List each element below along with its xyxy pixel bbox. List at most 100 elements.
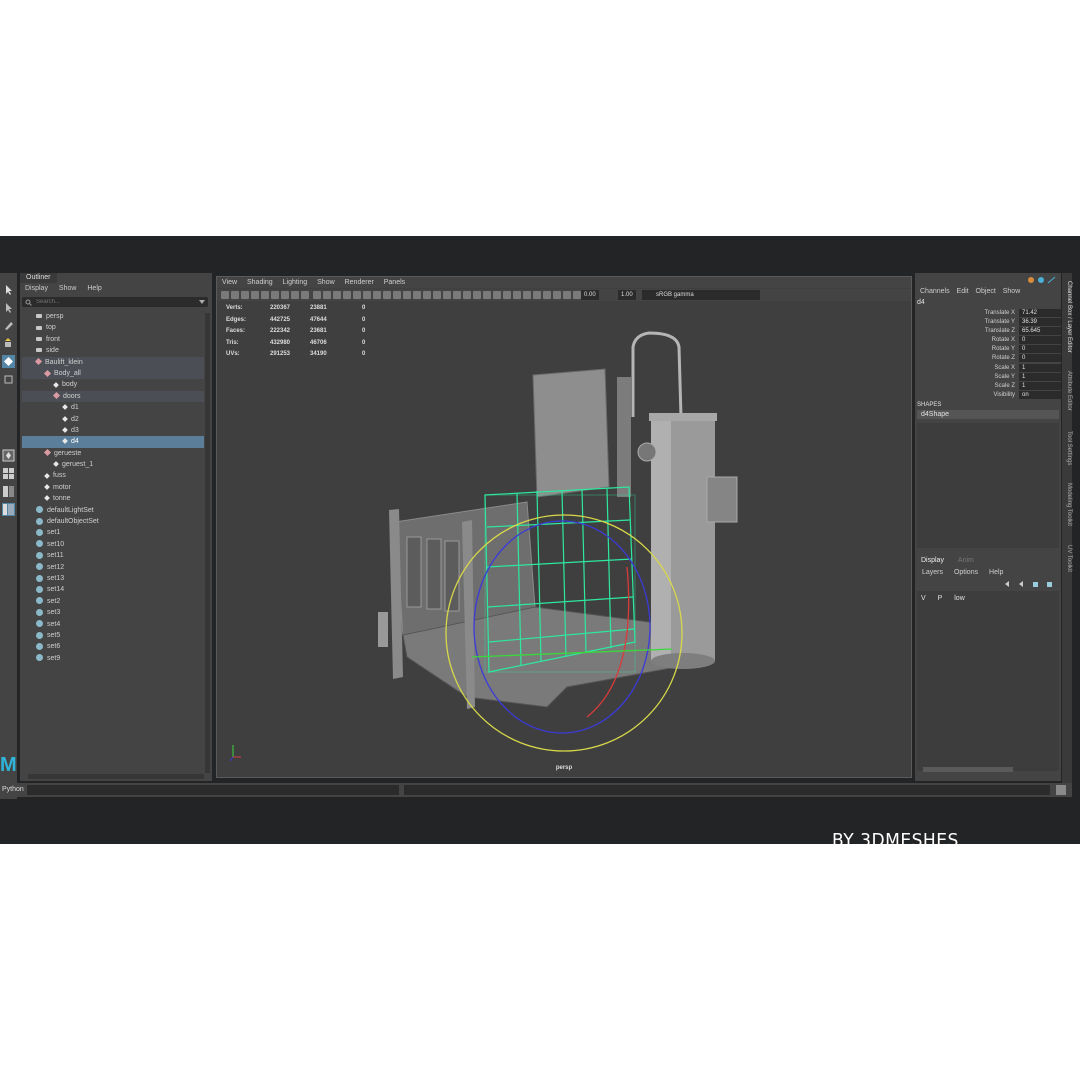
outliner-item[interactable]: top: [22, 322, 204, 333]
tab-uv-toolkit[interactable]: UV Toolkit: [1062, 545, 1072, 572]
tab-attribute-editor[interactable]: Attribute Editor: [1062, 371, 1072, 411]
attribute-row[interactable]: Scale Y 1: [915, 372, 1061, 382]
outliner-item[interactable]: set11: [22, 550, 204, 561]
rotate-tool-icon[interactable]: [2, 355, 15, 368]
attribute-value[interactable]: 0: [1019, 345, 1061, 354]
lasso-tool-icon[interactable]: [2, 301, 15, 314]
outliner-item[interactable]: fuss: [22, 470, 204, 481]
attribute-row[interactable]: Rotate X 0: [915, 336, 1061, 345]
tab-display[interactable]: Display: [921, 557, 944, 564]
layout-outliner-icon[interactable]: [2, 503, 15, 516]
tab-anim[interactable]: Anim: [958, 557, 974, 564]
attribute-value[interactable]: 0: [1019, 336, 1061, 345]
attribute-row[interactable]: Scale X 1: [915, 363, 1061, 373]
outliner-item[interactable]: persp: [22, 311, 204, 322]
layer-playback-toggle[interactable]: P: [938, 595, 943, 602]
outliner-item[interactable]: set6: [22, 641, 204, 652]
tab-channel-box[interactable]: Channel Box / Layer Editor: [1062, 281, 1072, 353]
outliner-item[interactable]: d1: [22, 402, 204, 413]
channels-menu-object[interactable]: Object: [976, 288, 996, 295]
tab-modeling-toolkit[interactable]: Modeling Toolkit: [1062, 483, 1072, 526]
move-tool-icon[interactable]: [2, 337, 15, 350]
outliner-item[interactable]: Baulift_klein: [22, 356, 204, 368]
attribute-row[interactable]: Translate Z 65.645: [915, 327, 1061, 336]
command-input[interactable]: [27, 785, 399, 795]
outliner-item[interactable]: set4: [22, 619, 204, 630]
outliner-tab[interactable]: Outliner: [20, 273, 57, 283]
script-language-label[interactable]: Python: [2, 785, 24, 795]
layout-two-icon[interactable]: [2, 485, 15, 498]
layout-quad-icon[interactable]: [2, 467, 15, 480]
attribute-value[interactable]: 1: [1019, 372, 1061, 381]
select-tool-icon[interactable]: [2, 283, 15, 296]
outliner-menu-display[interactable]: Display: [25, 285, 48, 292]
outliner-item[interactable]: tonne: [22, 493, 204, 504]
layer-row[interactable]: V P low: [921, 594, 975, 603]
channels-horizontal-scrollbar[interactable]: [923, 767, 1013, 772]
outliner-item[interactable]: set9: [22, 653, 204, 664]
outliner-item[interactable]: set12: [22, 562, 204, 573]
outliner-item[interactable]: doors: [22, 390, 204, 403]
outliner-item[interactable]: set1: [22, 527, 204, 538]
attribute-row[interactable]: Translate Y 36.39: [915, 318, 1061, 327]
outliner-item[interactable]: Body_all: [22, 367, 204, 380]
hud-v1: 442725: [270, 316, 291, 323]
channels-menu-show[interactable]: Show: [1003, 288, 1021, 295]
outliner-menu-help[interactable]: Help: [87, 285, 101, 292]
layer-visibility-toggle[interactable]: V: [921, 595, 926, 602]
outliner-horizontal-scrollbar[interactable]: [28, 774, 204, 779]
outliner-item[interactable]: motor: [22, 482, 204, 493]
shape-item[interactable]: d4Shape: [917, 410, 1059, 419]
outliner-item-label: set13: [47, 574, 65, 582]
hud-v3: 0: [362, 328, 366, 334]
attribute-value[interactable]: 36.39: [1019, 318, 1061, 327]
outliner-item[interactable]: d3: [22, 425, 204, 436]
attribute-value[interactable]: 0: [1019, 354, 1061, 363]
attribute-value[interactable]: 71.42: [1019, 309, 1061, 317]
script-editor-icon[interactable]: [1056, 785, 1066, 795]
attribute-value[interactable]: on: [1019, 390, 1061, 399]
outliner-item[interactable]: geruest_1: [22, 459, 204, 470]
layers-menu-layers[interactable]: Layers: [922, 569, 943, 576]
outliner-item[interactable]: set3: [22, 607, 204, 618]
attribute-value[interactable]: 1: [1019, 363, 1061, 372]
hud-v2: 46706: [310, 339, 327, 346]
layer-action-icons[interactable]: [1003, 580, 1057, 588]
scale-tool-icon[interactable]: [2, 373, 15, 386]
layers-menu-options[interactable]: Options: [954, 569, 978, 576]
outliner-item[interactable]: side: [22, 345, 204, 356]
attribute-row[interactable]: Rotate Y 0: [915, 345, 1061, 354]
viewport-panel[interactable]: View Shading Lighting Show Renderer Pane…: [216, 276, 912, 778]
chevron-down-icon[interactable]: [199, 300, 205, 304]
axis-gizmo: [229, 745, 241, 762]
layer-name[interactable]: low: [954, 595, 965, 602]
attribute-row[interactable]: Visibility on: [915, 390, 1061, 400]
attribute-row[interactable]: Rotate Z 0: [915, 354, 1061, 363]
outliner-item[interactable]: gerueste: [22, 448, 204, 459]
paint-select-icon[interactable]: [2, 319, 15, 332]
outliner-item[interactable]: d2: [22, 414, 204, 425]
panel-icons[interactable]: [1027, 276, 1057, 285]
attribute-row[interactable]: Scale Z 1: [915, 381, 1061, 391]
outliner-item[interactable]: d4: [22, 436, 204, 448]
outliner-item[interactable]: set13: [22, 573, 204, 584]
outliner-search-input[interactable]: [36, 297, 186, 307]
attribute-value[interactable]: 65.645: [1019, 327, 1061, 336]
outliner-item[interactable]: defaultLightSet: [22, 505, 204, 516]
layers-menu-help[interactable]: Help: [989, 569, 1003, 576]
outliner-item[interactable]: set2: [22, 596, 204, 607]
outliner-vertical-scrollbar[interactable]: [205, 313, 210, 773]
channels-menu-edit[interactable]: Edit: [957, 288, 969, 295]
outliner-item[interactable]: defaultObjectSet: [22, 516, 204, 527]
outliner-item[interactable]: set5: [22, 630, 204, 641]
outliner-item[interactable]: front: [22, 334, 204, 345]
channels-menu-channels[interactable]: Channels: [920, 288, 950, 295]
layout-single-icon[interactable]: [2, 449, 15, 462]
outliner-item[interactable]: set10: [22, 539, 204, 550]
attribute-value[interactable]: 1: [1019, 381, 1061, 390]
tab-tool-settings[interactable]: Tool Settings: [1062, 431, 1072, 465]
attribute-row[interactable]: Translate X 71.42: [915, 309, 1061, 318]
outliner-item[interactable]: set14: [22, 584, 204, 595]
outliner-item[interactable]: body: [22, 379, 204, 390]
outliner-menu-show[interactable]: Show: [59, 285, 77, 292]
